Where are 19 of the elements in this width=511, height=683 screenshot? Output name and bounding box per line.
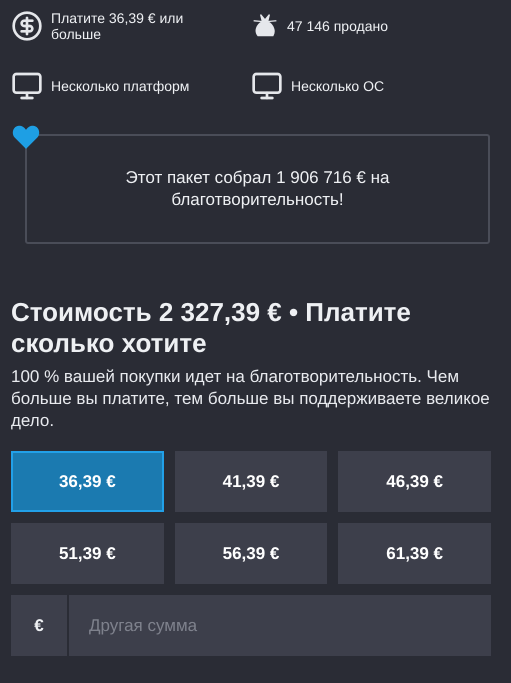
charity-text: Этот пакет собрал 1 906 716 € на благотворительность! <box>124 167 390 211</box>
heart-icon <box>11 124 41 150</box>
amount-button[interactable]: 36,39 € <box>11 451 164 512</box>
amount-field[interactable]: Другая сумма <box>69 595 491 656</box>
amount-button[interactable]: 46,39 € <box>338 451 491 512</box>
feature-text: Несколько платформ <box>51 78 190 94</box>
monitor-icon <box>11 70 43 102</box>
amount-button[interactable]: 61,39 € <box>338 523 491 584</box>
description-text: 100 % вашей покупки идет на благотворительность. Чем больше вы платите, тем больше вы поддерживаете великое дело. <box>11 366 491 432</box>
monitor-icon <box>251 70 283 102</box>
feature-text: Платите 36,39 € или больше <box>51 10 184 42</box>
price-heading: Стоимость 2 327,39 € • Платите сколько хотите <box>11 297 412 359</box>
feature-text: Несколько ОС <box>291 78 386 94</box>
amount-button[interactable]: 56,39 € <box>174 523 328 584</box>
feature-text: 47 146 продано <box>287 18 390 34</box>
amount-button[interactable]: 51,39 € <box>11 523 164 584</box>
currency-label: € <box>11 595 67 656</box>
amount-button[interactable]: 41,39 € <box>174 451 328 512</box>
dollar-icon <box>11 10 43 42</box>
